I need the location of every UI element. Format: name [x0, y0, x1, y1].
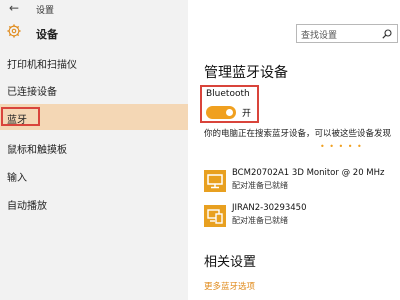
sidebar-item-label: 已连接设备: [7, 87, 57, 98]
search-status-text: 你的电脑正在搜索蓝牙设备，可以被这些设备发现: [204, 129, 392, 139]
section-title: 设备: [36, 28, 58, 41]
device-name: BCM20702A1 3D Monitor @ 20 MHz: [232, 168, 385, 178]
device-item-monitor[interactable]: BCM20702A1 3D Monitor @ 20 MHz 配对准备已就绪: [204, 168, 400, 198]
section-header: 设备: [0, 19, 188, 45]
sidebar-item-bluetooth[interactable]: 蓝牙: [0, 104, 188, 130]
sidebar-item-printers[interactable]: 打印机和扫描仪: [0, 49, 188, 75]
bluetooth-label: Bluetooth: [206, 89, 250, 99]
page-title: 管理蓝牙设备: [204, 65, 288, 81]
sidebar-item-label: 蓝牙: [7, 115, 27, 126]
monitor-icon: [204, 170, 226, 192]
device-status: 配对准备已就绪: [232, 181, 288, 190]
sidebar-item-label: 输入: [7, 173, 27, 184]
device-icon: [204, 205, 226, 227]
sidebar-item-typing[interactable]: 输入: [0, 162, 188, 188]
window-title: 设置: [36, 6, 55, 16]
toggle-knob: [226, 109, 233, 116]
sidebar-item-label: 自动播放: [7, 201, 47, 212]
progress-dots: • • • • •: [320, 142, 363, 151]
title-bar: ← 设置: [0, 0, 188, 19]
sidebar-item-connected-devices[interactable]: 已连接设备: [0, 76, 188, 102]
sidebar-item-label: 打印机和扫描仪: [7, 60, 77, 71]
search-input[interactable]: 查找设置: [296, 24, 398, 43]
related-settings-heading: 相关设置: [204, 255, 257, 270]
device-name: JIRAN2-30293450: [232, 203, 307, 213]
search-placeholder: 查找设置: [301, 31, 338, 41]
device-status: 配对准备已就绪: [232, 216, 288, 225]
bluetooth-toggle[interactable]: [206, 106, 236, 119]
sidebar-item-label: 鼠标和触摸板: [7, 145, 67, 156]
sidebar-item-autoplay[interactable]: 自动播放: [0, 190, 188, 216]
back-arrow-icon[interactable]: ←: [9, 1, 19, 15]
sidebar: ← 设置 设备 打印机和扫描仪 已连接设备 蓝牙 鼠标和触摸板 输入 自动播放: [0, 0, 188, 300]
main-panel: 查找设置 管理蓝牙设备 Bluetooth 开 你的电脑正在搜索蓝牙设备，可以被…: [188, 0, 400, 300]
toggle-state-label: 开: [242, 109, 252, 119]
device-item-jiran[interactable]: JIRAN2-30293450 配对准备已就绪: [204, 203, 400, 233]
more-bluetooth-options-link[interactable]: 更多蓝牙选项: [204, 280, 255, 292]
sidebar-item-mouse-touchpad[interactable]: 鼠标和触摸板: [0, 134, 188, 160]
gear-icon: [7, 24, 21, 38]
search-icon[interactable]: [382, 29, 392, 39]
bluetooth-toggle-group: Bluetooth 开: [200, 85, 259, 123]
